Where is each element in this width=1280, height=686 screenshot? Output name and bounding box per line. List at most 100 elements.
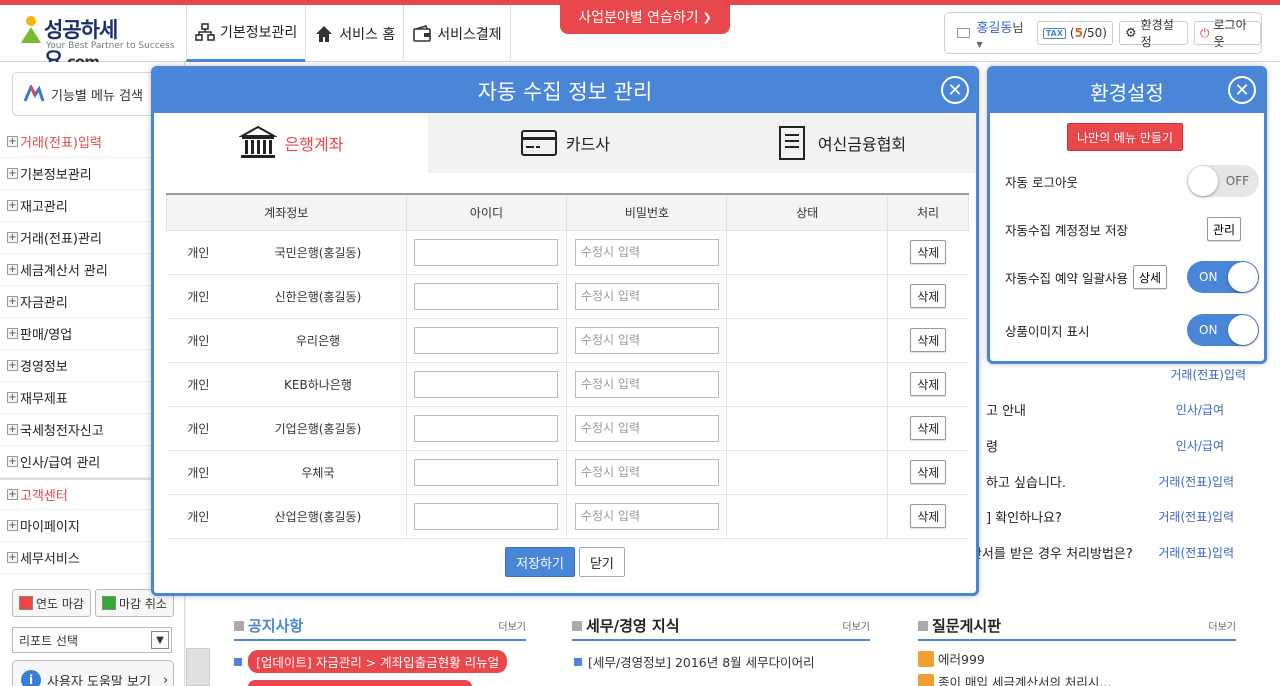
- qa-section-title: 질문게시판 더보기: [918, 611, 1236, 641]
- column-header: 계좌정보: [166, 193, 407, 231]
- product-image-toggle[interactable]: ON: [1187, 314, 1259, 346]
- logout-button[interactable]: ⏻ 로그아웃: [1194, 18, 1261, 49]
- detail-button[interactable]: 상세: [1132, 265, 1168, 289]
- password-input[interactable]: [574, 370, 719, 398]
- tax-more-link[interactable]: 더보기: [842, 618, 870, 633]
- tab-card-company[interactable]: 카드사: [428, 113, 702, 173]
- password-input[interactable]: [574, 282, 719, 310]
- plus-icon: +: [7, 135, 18, 147]
- auto-collect-modal: 자동 수집 정보 관리 ✕ 은행계좌 카드사 여신금융협회 계좌정보 아이디 비…: [151, 66, 979, 596]
- bullet-icon: [574, 657, 582, 666]
- table-row: 개인 우체국 삭제: [166, 450, 969, 495]
- bg-list-row[interactable]: 령 인사/급여: [986, 427, 1246, 463]
- notice-item[interactable]: [업데이트] 자금관리 > 계좌입출금현황 리뉴얼: [234, 650, 508, 673]
- settings-button[interactable]: ⚙ 환경설정: [1118, 18, 1189, 49]
- id-input[interactable]: [414, 502, 559, 530]
- bulk-reserve-toggle[interactable]: ON: [1187, 261, 1259, 293]
- delete-button[interactable]: 삭제: [910, 240, 947, 264]
- password-input[interactable]: [574, 458, 719, 486]
- plus-icon: +: [7, 167, 18, 179]
- status-cell: [726, 450, 889, 495]
- year-close-button[interactable]: 연도 마감: [12, 589, 91, 617]
- gear-icon: ⚙: [1124, 25, 1137, 41]
- status-cell: [726, 230, 889, 275]
- user-help-button[interactable]: i 사용자 도움말 보기 ›: [12, 660, 174, 686]
- password-input[interactable]: [574, 502, 719, 530]
- toggle-knob: [1228, 262, 1258, 292]
- id-input[interactable]: [414, 326, 559, 354]
- delete-button[interactable]: 삭제: [910, 284, 947, 308]
- bg-list-row[interactable]: 하고 싶습니다. 거래(전표)입력: [986, 463, 1246, 499]
- nav-service-payment[interactable]: 서비스결제: [403, 5, 511, 62]
- column-header: 비밀번호: [566, 193, 728, 231]
- plus-icon: +: [7, 199, 18, 211]
- tax-icon: TAX: [1042, 27, 1066, 39]
- user-box: 홍길동님 ▼ TAX (5/50) ⚙ 환경설정 ⏻ 로그아웃: [944, 12, 1262, 54]
- close-button[interactable]: 닫기: [578, 547, 625, 577]
- delete-button[interactable]: 삭제: [910, 504, 947, 528]
- status-cell: [726, 318, 889, 363]
- id-input[interactable]: [414, 370, 559, 398]
- qa-item[interactable]: 에러999: [918, 649, 985, 668]
- plus-icon: +: [7, 488, 18, 500]
- my-menu-button[interactable]: 나만의 메뉴 만들기: [1067, 123, 1183, 151]
- sidebar-collapse-handle[interactable]: [186, 648, 210, 686]
- chevron-down-icon: ❯: [702, 10, 712, 24]
- plus-icon: +: [7, 263, 18, 275]
- tax-knowledge-item[interactable]: [세무/경영정보] 2016년 8월 세무다이어리: [574, 652, 815, 671]
- tax-knowledge-section-title: 세무/경영 지식 더보기: [572, 611, 870, 641]
- tab-credit-finance-assoc[interactable]: 여신금융협회: [702, 113, 976, 173]
- delete-button[interactable]: 삭제: [910, 416, 947, 440]
- table-row: 개인 우리은행 삭제: [166, 318, 969, 363]
- delete-button[interactable]: 삭제: [910, 372, 947, 396]
- password-input[interactable]: [574, 238, 719, 266]
- top-nav: 기본정보관리 서비스 홈 서비스결제: [186, 5, 511, 62]
- plus-icon: +: [7, 295, 18, 307]
- auto-logout-toggle[interactable]: OFF: [1187, 165, 1259, 197]
- manage-button[interactable]: 관리: [1206, 217, 1241, 241]
- nav-service-home[interactable]: 서비스 홈: [305, 5, 403, 62]
- bg-list-row[interactable]: 고 안내 인사/급여: [986, 391, 1246, 427]
- id-input[interactable]: [414, 458, 559, 486]
- notice-more-link[interactable]: 더보기: [498, 618, 526, 633]
- logo[interactable]: 성공하세요.com Your Best Partner to Success: [18, 11, 175, 72]
- tax-count-badge[interactable]: TAX (5/50): [1036, 21, 1113, 45]
- modal-close-icon[interactable]: ✕: [941, 76, 969, 104]
- delete-button[interactable]: 삭제: [910, 460, 947, 484]
- id-input[interactable]: [414, 238, 559, 266]
- table-row: 개인 산업은행(홍길동) 삭제: [166, 494, 969, 539]
- info-icon: i: [21, 670, 41, 686]
- table-row: 개인 신한은행(홍길동) 삭제: [166, 274, 969, 319]
- chevron-right-icon: ›: [162, 672, 169, 686]
- bg-list-row[interactable]: ᅨ산서를 받은 경우 처리방법은? 거래(전표)입력: [958, 534, 1246, 570]
- speech-bubble-icon: [918, 673, 934, 686]
- status-cell: [726, 362, 889, 407]
- column-header: 처리: [887, 193, 969, 231]
- id-input[interactable]: [414, 282, 559, 310]
- notice-item-partial[interactable]: [248, 680, 472, 686]
- save-button[interactable]: 저장하기: [505, 547, 575, 577]
- menu-search-logo-icon: [23, 85, 45, 102]
- document-icon: [572, 620, 582, 631]
- speech-bubble-icon: [918, 650, 934, 667]
- user-menu[interactable]: 홍길동님 ▼: [976, 17, 1030, 50]
- plus-icon: +: [7, 423, 18, 435]
- qa-item[interactable]: 종이 매입 세금계산서의 처리시...: [918, 672, 1111, 686]
- settings-close-icon[interactable]: ✕: [1228, 76, 1256, 104]
- id-input[interactable]: [414, 414, 559, 442]
- bg-list-row[interactable]: ] 확인하나요? 거래(전표)입력: [986, 498, 1246, 534]
- status-cell: [726, 406, 889, 451]
- document-icon: [778, 126, 805, 160]
- save-account-row: 자동수집 계정정보 저장 관리: [1005, 217, 1259, 241]
- password-input[interactable]: [574, 326, 719, 354]
- report-select[interactable]: 리포트 선택 ▼: [12, 627, 172, 653]
- modal-tabs: 은행계좌 카드사 여신금융협회: [154, 113, 976, 173]
- nav-basic-info[interactable]: 기본정보관리: [186, 5, 306, 62]
- qa-more-link[interactable]: 더보기: [1208, 618, 1236, 633]
- column-header: 상태: [726, 193, 889, 231]
- tab-bank-account[interactable]: 은행계좌: [154, 113, 428, 173]
- delete-button[interactable]: 삭제: [910, 328, 947, 352]
- password-input[interactable]: [574, 414, 719, 442]
- practice-by-industry-button[interactable]: 사업분야별 연습하기 ❯: [560, 0, 730, 34]
- settings-header: 환경설정 ✕: [990, 69, 1264, 113]
